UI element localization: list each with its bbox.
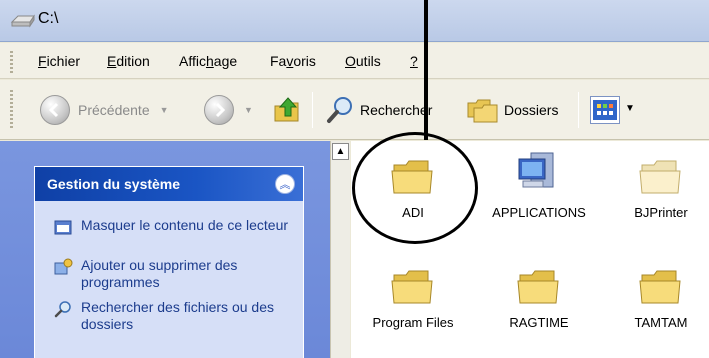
toolbar-separator: [312, 92, 313, 128]
file-label: APPLICATIONS: [492, 205, 586, 220]
back-label: Précédente: [78, 102, 150, 118]
search-button[interactable]: Rechercher: [324, 95, 432, 125]
collapse-chevron-icon[interactable]: ︽: [275, 174, 295, 194]
scroll-up-button[interactable]: ▲: [332, 143, 349, 160]
hide-contents-icon: [54, 220, 72, 235]
annotation-circle: [352, 132, 478, 244]
file-item-ragtime[interactable]: RAGTIME: [479, 267, 599, 330]
annotation-pointer-line: [424, 0, 428, 140]
folder-icon: [391, 270, 433, 304]
folders-button[interactable]: Dossiers: [466, 95, 558, 125]
search-icon: [327, 97, 352, 123]
menu-edition[interactable]: Edition: [107, 53, 150, 69]
file-label: TAMTAM: [634, 315, 688, 330]
menu-grip[interactable]: [10, 51, 13, 73]
system-tasks-box: Gestion du système ︽ Masquer le contenu …: [34, 166, 304, 358]
menu-bar: Fichier Edition Affichage Favoris Outils…: [0, 43, 709, 79]
search-label: Rechercher: [360, 102, 433, 118]
file-label: RAGTIME: [509, 315, 569, 330]
folders-icon: [467, 99, 498, 123]
up-folder-icon[interactable]: [272, 94, 304, 126]
forward-button[interactable]: ▼: [204, 95, 253, 125]
toolbar-separator: [578, 92, 579, 128]
explorer-window: C:\ Fichier Edition Affichage Favoris Ou…: [0, 0, 709, 358]
back-button[interactable]: Précédente ▼: [40, 95, 169, 125]
file-item-program-files[interactable]: Program Files: [353, 267, 473, 330]
task-link-add-remove-programs[interactable]: Ajouter ou supprimer des programmes: [81, 257, 296, 291]
menu-affichage[interactable]: Affichage: [179, 53, 237, 69]
task-link-hide-contents[interactable]: Masquer le contenu de ce lecteur: [81, 217, 296, 234]
task-pane: Gestion du système ︽ Masquer le contenu …: [0, 141, 330, 358]
title-bar[interactable]: C:\: [0, 0, 709, 42]
window-title: C:\: [38, 10, 59, 27]
folder-icon: [639, 160, 681, 194]
toolbar-grip[interactable]: [10, 90, 13, 130]
file-item-bjprinter[interactable]: BJPrinter: [601, 157, 709, 220]
search-files-icon: [54, 301, 71, 318]
back-arrow-icon: [40, 95, 70, 125]
computer-folder-icon: [518, 152, 554, 188]
folder-icon: [639, 270, 681, 304]
folder-icon: [517, 270, 559, 304]
back-dropdown-icon[interactable]: ▼: [160, 105, 169, 115]
forward-arrow-icon: [204, 95, 234, 125]
toolbar: Précédente ▼ ▼ Rechercher Dossiers ▼: [0, 80, 709, 140]
vertical-scrollbar[interactable]: ▲: [330, 141, 350, 358]
forward-dropdown-icon[interactable]: ▼: [244, 105, 253, 115]
menu-fichier[interactable]: Fichier: [38, 53, 80, 69]
folders-label: Dossiers: [504, 102, 559, 118]
menu-favoris[interactable]: Favoris: [270, 53, 316, 69]
file-item-applications[interactable]: APPLICATIONS: [479, 151, 599, 220]
file-label: Program Files: [372, 315, 454, 330]
system-tasks-title: Gestion du système: [47, 176, 181, 192]
file-label: BJPrinter: [634, 205, 688, 220]
task-link-search-files[interactable]: Rechercher des fichiers ou des dossiers: [81, 299, 296, 333]
views-dropdown-icon[interactable]: ▼: [625, 103, 635, 114]
file-item-tamtam[interactable]: TAMTAM: [601, 267, 709, 330]
views-button[interactable]: [590, 96, 620, 124]
add-remove-programs-icon: [54, 258, 73, 275]
menu-help[interactable]: ?: [410, 53, 418, 69]
system-tasks-header[interactable]: Gestion du système ︽: [35, 167, 303, 201]
views-icon: [593, 100, 617, 120]
drive-icon: [10, 14, 35, 28]
menu-outils[interactable]: Outils: [345, 53, 381, 69]
